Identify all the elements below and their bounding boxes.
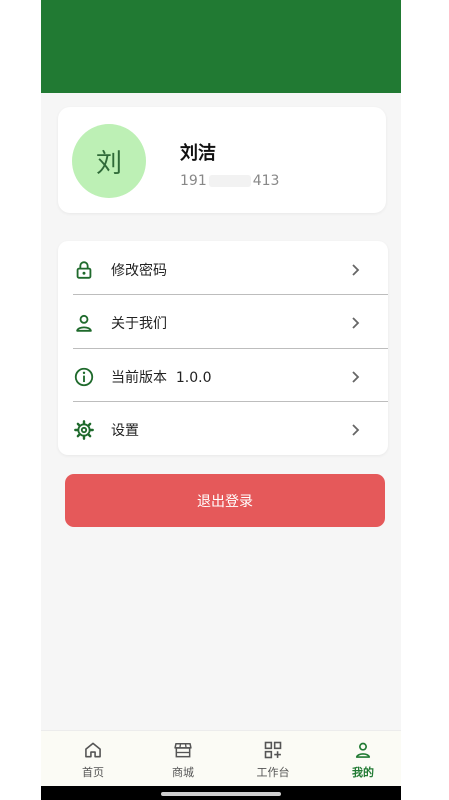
tab-mine[interactable]: 我的: [318, 731, 401, 787]
menu-card: 修改密码 关于我们 当前版本 1.0.0 设置: [58, 241, 388, 455]
tab-label: 首页: [82, 766, 104, 779]
profile-card[interactable]: 刘 刘洁 191 413: [58, 107, 386, 213]
menu-divider: [73, 348, 388, 349]
home-indicator-bar: [161, 792, 281, 796]
store-icon: [174, 743, 192, 758]
tab-label: 我的: [352, 766, 374, 779]
avatar: 刘: [72, 124, 146, 198]
user-phone: 191 413: [180, 173, 279, 189]
menu-item-label: 设置: [111, 422, 139, 439]
menu-item-label: 关于我们: [111, 315, 167, 332]
phone-suffix: 413: [252, 173, 280, 189]
tab-label: 工作台: [256, 766, 290, 779]
profile-screen: 刘 刘洁 191 413 修改密码 关于我们 当前版本 1.0.0 设置 退出登…: [41, 0, 401, 800]
menu-item-label: 当前版本 1.0.0: [111, 369, 212, 386]
home-icon: [85, 742, 101, 758]
tab-label: 商城: [172, 766, 194, 779]
menu-divider: [73, 294, 388, 295]
header-band: [41, 0, 401, 93]
logout-button[interactable]: 退出登录: [65, 474, 385, 527]
chevron-right-icon: [352, 316, 360, 329]
home-indicator: [41, 786, 401, 800]
chevron-right-icon: [352, 370, 360, 383]
user-icon: [76, 314, 92, 332]
chevron-right-icon: [352, 263, 360, 276]
user-name: 刘洁: [180, 143, 216, 164]
profile-icon: [355, 742, 371, 758]
phone-redaction: [208, 175, 251, 187]
tab-workbench[interactable]: 工作台: [228, 731, 318, 787]
chevron-right-icon: [352, 423, 360, 436]
menu-item-change-password[interactable]: 修改密码: [58, 243, 388, 296]
tab-home[interactable]: 首页: [48, 731, 138, 787]
menu-item-settings[interactable]: 设置: [58, 403, 388, 456]
menu-item-version[interactable]: 当前版本 1.0.0: [58, 350, 388, 403]
bottom-tabbar: 首页 商城 工作台 我的: [41, 730, 401, 787]
phone-prefix: 191: [180, 173, 207, 189]
gear-icon: [74, 419, 94, 440]
info-icon: [74, 367, 94, 386]
avatar-initial: 刘: [95, 148, 122, 179]
tab-store[interactable]: 商城: [138, 731, 228, 787]
lock-icon: [76, 260, 92, 279]
menu-divider: [73, 401, 388, 402]
menu-item-about-us[interactable]: 关于我们: [58, 296, 388, 349]
menu-item-label: 修改密码: [111, 262, 167, 279]
workbench-icon: [264, 741, 282, 759]
